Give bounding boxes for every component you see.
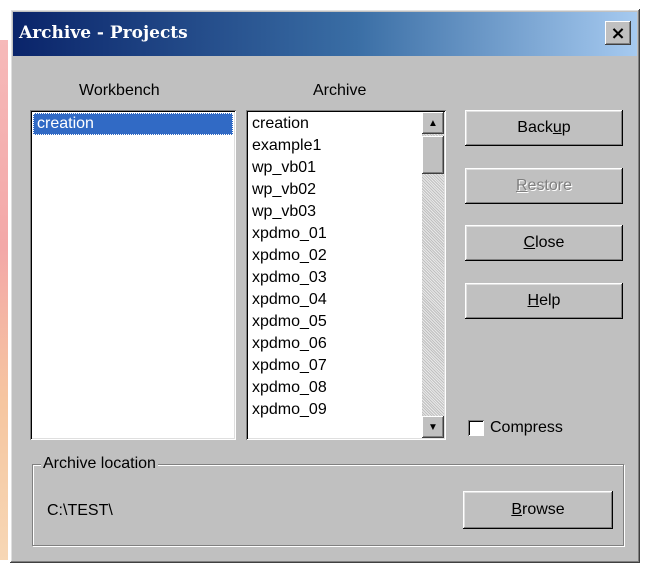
- list-item[interactable]: xpdmo_05: [249, 311, 419, 333]
- list-item[interactable]: xpdmo_02: [249, 245, 419, 267]
- list-item[interactable]: xpdmo_07: [249, 355, 419, 377]
- close-label-end: lose: [535, 234, 565, 251]
- list-item[interactable]: xpdmo_03: [249, 267, 419, 289]
- arrow-up-icon: ▲: [428, 117, 438, 129]
- list-item[interactable]: xpdmo_06: [249, 333, 419, 355]
- scroll-down-button[interactable]: ▼: [422, 416, 444, 438]
- list-item[interactable]: wp_vb03: [249, 201, 419, 223]
- list-item[interactable]: xpdmo_08: [249, 377, 419, 399]
- restore-button[interactable]: Restore: [465, 168, 623, 204]
- list-item[interactable]: example1: [249, 135, 419, 157]
- workbench-list: creation: [30, 110, 236, 138]
- close-mnemonic: C: [523, 234, 536, 251]
- compress-label[interactable]: Compress: [490, 419, 563, 437]
- close-icon: ×: [610, 22, 626, 44]
- backup-button[interactable]: Back u p: [465, 110, 623, 146]
- window-title: Archive - Projects: [19, 23, 188, 43]
- archive-location-label: Archive location: [41, 455, 158, 473]
- background-decoration: [0, 40, 8, 560]
- backup-mnemonic: u: [552, 119, 562, 136]
- restore-mnemonic: R: [515, 177, 528, 194]
- list-item[interactable]: xpdmo_09: [249, 399, 419, 421]
- title-bar[interactable]: Archive - Projects ×: [13, 12, 637, 56]
- list-item[interactable]: creation: [249, 113, 419, 135]
- archive-location-path: C:\TEST\: [47, 502, 113, 519]
- arrow-down-icon: ▼: [428, 421, 438, 433]
- archive-scrollbar[interactable]: ▲ ▼: [422, 112, 444, 438]
- close-window-button[interactable]: ×: [605, 21, 631, 45]
- backup-label-start: Back: [517, 119, 553, 136]
- scroll-thumb[interactable]: [422, 136, 444, 174]
- list-item[interactable]: xpdmo_01: [249, 223, 419, 245]
- backup-label-end: p: [561, 119, 571, 136]
- workbench-label: Workbench: [79, 82, 160, 99]
- browse-label-end: rowse: [521, 501, 565, 518]
- browse-button[interactable]: Browse: [463, 491, 613, 529]
- workbench-listbox[interactable]: creation: [30, 110, 236, 440]
- list-item[interactable]: wp_vb01: [249, 157, 419, 179]
- help-button[interactable]: Help: [465, 283, 623, 319]
- archive-listbox[interactable]: creation example1 wp_vb01 wp_vb02 wp_vb03 xpd…: [246, 110, 446, 440]
- archive-location-group: Archive location C:\TEST\ Browse: [32, 455, 624, 546]
- list-item[interactable]: xpdmo_04: [249, 289, 419, 311]
- archive-label: Archive: [313, 82, 367, 99]
- help-label-end: elp: [539, 292, 561, 309]
- restore-label-end: estore: [527, 177, 573, 194]
- archive-projects-dialog: Archive - Projects × Workbench creation …: [10, 9, 640, 563]
- close-button[interactable]: Close: [465, 225, 623, 261]
- compress-checkbox[interactable]: [468, 420, 484, 436]
- help-mnemonic: H: [527, 292, 540, 309]
- archive-list: creation example1 wp_vb01 wp_vb02 wp_vb03 xpd…: [246, 110, 422, 424]
- list-item[interactable]: wp_vb02: [249, 179, 419, 201]
- scroll-up-button[interactable]: ▲: [422, 112, 444, 134]
- browse-mnemonic: B: [511, 501, 522, 518]
- list-item[interactable]: creation: [33, 113, 233, 135]
